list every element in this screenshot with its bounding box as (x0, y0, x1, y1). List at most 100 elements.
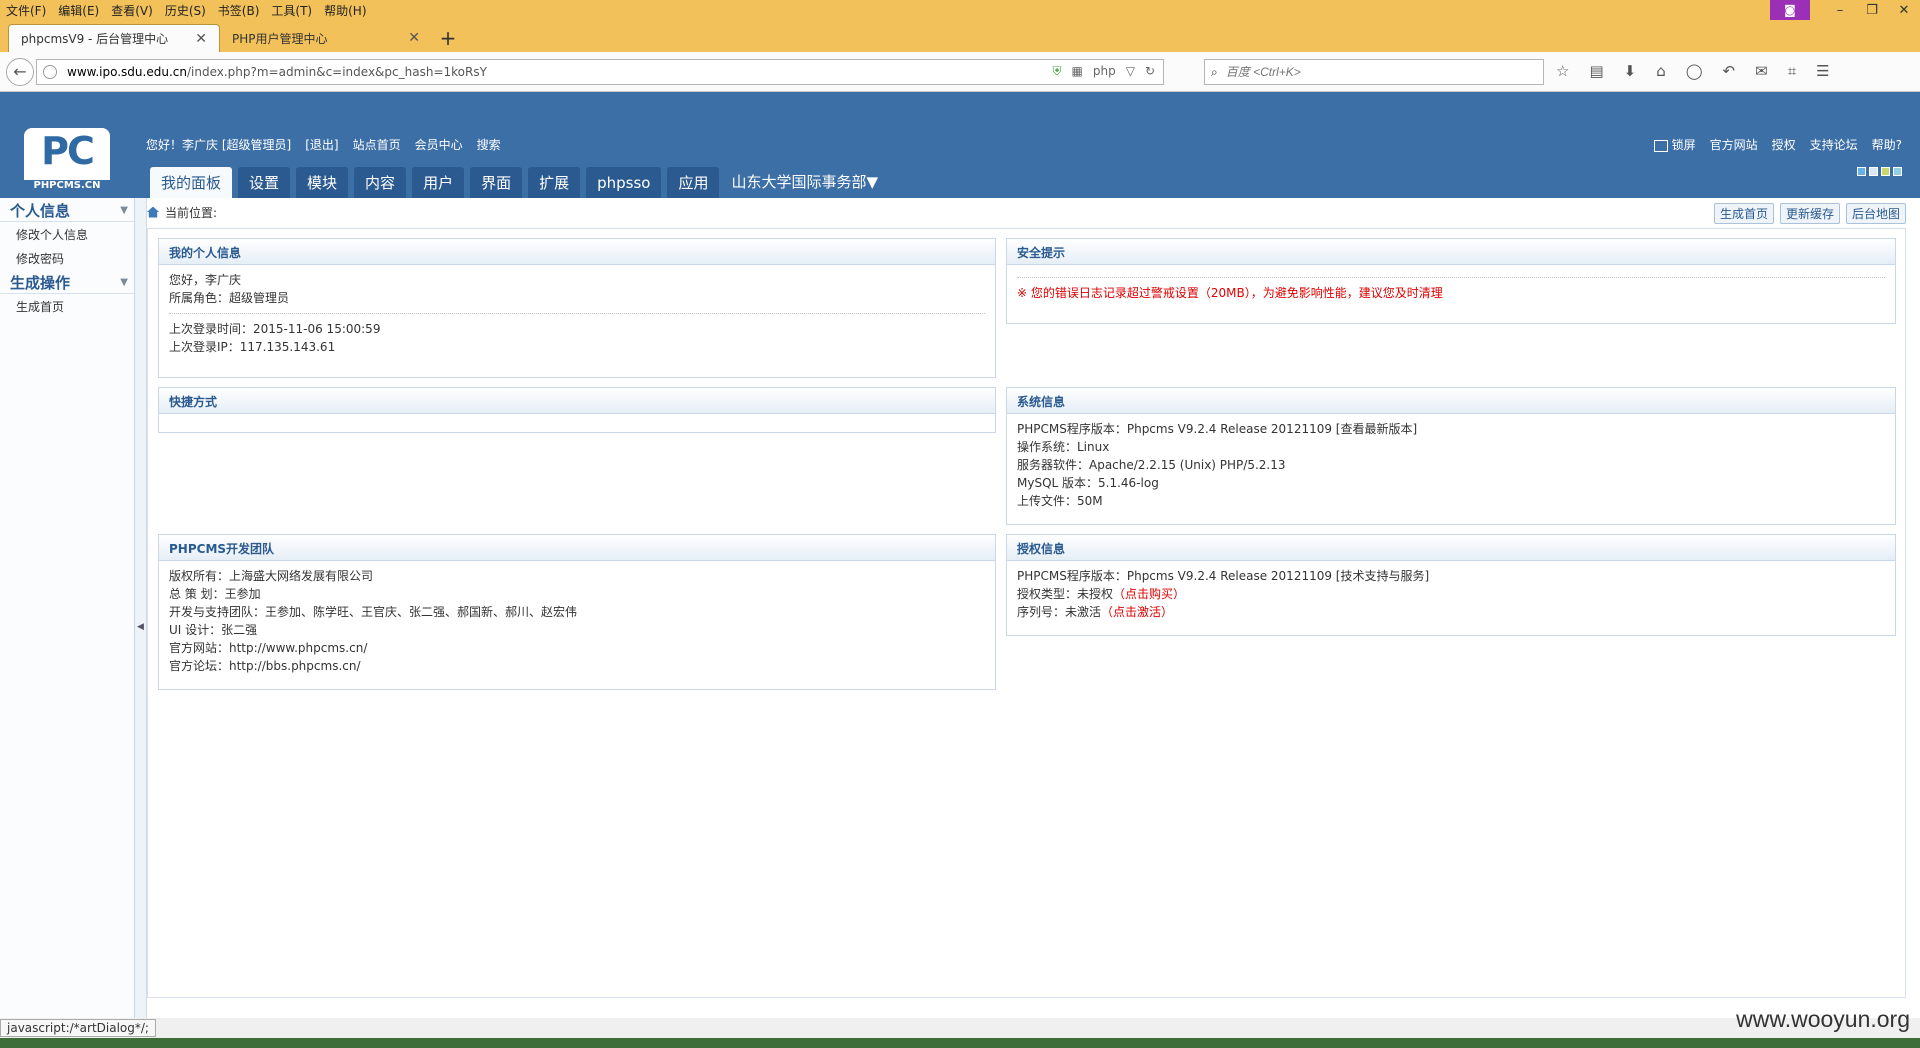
lock-icon (1653, 139, 1668, 152)
member-center-link[interactable]: 会员中心 (415, 136, 463, 153)
bookmark-star-icon[interactable]: ☆ (1556, 62, 1569, 80)
tab-phpsso[interactable]: phpsso (586, 167, 662, 198)
update-cache-button[interactable]: 更新缓存 (1779, 203, 1840, 224)
main-nav-tabs: 我的面板 设置 模块 内容 用户 界面 扩展 phpsso 应用 山东大学国际事… (150, 167, 878, 198)
tab-interface[interactable]: 界面 (470, 167, 523, 198)
help-link[interactable]: 帮助? (1872, 136, 1902, 153)
caret-down-icon: ▼ (866, 173, 879, 191)
generate-home-button[interactable]: 生成首页 (1713, 203, 1774, 224)
buy-link[interactable]: （点击购买） (1113, 587, 1185, 601)
menu-history[interactable]: 历史(S) (159, 2, 212, 19)
browser-navbar: ← www.ipo.sdu.edu.cn/index.php?m=admin&c… (0, 52, 1920, 92)
site-select-label: 山东大学国际事务部 (731, 173, 867, 191)
collapse-arrow-icon[interactable]: ▼ (120, 198, 128, 224)
menu-help[interactable]: 帮助(H) (318, 2, 372, 19)
divider (169, 313, 985, 314)
logout-link[interactable]: [退出] (305, 136, 338, 153)
sidebar-toggle-bar[interactable]: ◀ (135, 198, 147, 1030)
tab-extensions[interactable]: 扩展 (528, 167, 581, 198)
team-planner: 总 策 划：王参加 (169, 587, 261, 601)
system-server: 服务器软件：Apache/2.2.15 (Unix) PHP/5.2.13 (1017, 458, 1286, 472)
personal-hello: 您好，李广庆 (169, 273, 242, 287)
collapse-arrow-icon[interactable]: ▼ (120, 270, 128, 296)
menu-tools[interactable]: 工具(T) (265, 2, 318, 19)
system-version: PHPCMS程序版本：Phpcms V9.2.4 Release 2012110… (1017, 422, 1418, 436)
menu-edit[interactable]: 编辑(E) (52, 2, 105, 19)
menu-bookmarks[interactable]: 书签(B) (212, 2, 266, 19)
user-bar: 您好！李广庆 [超级管理员] [退出] 站点首页 会员中心 搜索 (146, 136, 511, 153)
tab-users[interactable]: 用户 (412, 167, 465, 198)
minimize-button[interactable]: – (1824, 3, 1856, 18)
collapse-left-icon[interactable]: ◀ (137, 622, 144, 632)
search-icon: ⌕ (1211, 64, 1218, 79)
official-site-link[interactable]: 官方网站 (1710, 136, 1758, 153)
tab-settings[interactable]: 设置 (238, 167, 291, 198)
chat-icon[interactable]: ◯ (1686, 62, 1703, 80)
sidebar-group-generate[interactable]: 生成操作 ▼ (0, 270, 134, 294)
panel-title: 授权信息 (1007, 535, 1895, 561)
logo-subtext: PHPCMS.CN (22, 180, 112, 191)
skin-option[interactable] (1857, 167, 1866, 176)
undo-icon[interactable]: ↶ (1723, 62, 1736, 80)
menu-view[interactable]: 查看(V) (105, 2, 159, 19)
user-greeting: 您好！李广庆 [超级管理员] (146, 138, 292, 152)
support-forum-link[interactable]: 支持论坛 (1810, 136, 1858, 153)
search-bar[interactable]: ⌕ (1204, 59, 1544, 85)
team-copyright: 版权所有：上海盛大网络发展有限公司 (169, 569, 374, 583)
last-login-ip: 上次登录IP：117.135.143.61 (169, 340, 336, 354)
lock-screen-link[interactable]: 锁屏 (1653, 136, 1696, 153)
phpcms-logo: PC PHPCMS.CN (22, 128, 112, 191)
status-link-text: javascript:/*artDialog*/; (0, 1019, 156, 1037)
backend-map-button[interactable]: 后台地图 (1845, 203, 1906, 224)
reading-list-icon[interactable]: ▤ (1589, 62, 1603, 80)
activate-link[interactable]: （点击激活） (1101, 605, 1173, 619)
site-home-link[interactable]: 站点首页 (353, 136, 401, 153)
site-select-dropdown[interactable]: 山东大学国际事务部▼ (725, 166, 878, 198)
close-window-button[interactable]: ✕ (1888, 3, 1920, 18)
tab-content[interactable]: 内容 (354, 167, 407, 198)
team-ui-design: UI 设计：张二强 (169, 623, 258, 637)
browser-tab-label: PHP用户管理中心 (232, 31, 328, 46)
panel-title: 安全提示 (1007, 239, 1895, 265)
close-tab-icon[interactable]: ✕ (195, 31, 207, 47)
sidebar-item-generate-home[interactable]: 生成首页 (0, 294, 134, 318)
url-bar[interactable]: www.ipo.sdu.edu.cn/index.php?m=admin&c=i… (36, 59, 1164, 85)
tab-apps[interactable]: 应用 (667, 167, 720, 198)
home-icon[interactable]: ⌂ (1656, 62, 1666, 80)
reload-icon[interactable]: ↻ (1145, 64, 1155, 79)
skin-option[interactable] (1869, 167, 1878, 176)
panel-title: 快捷方式 (159, 388, 995, 414)
skin-option[interactable] (1893, 167, 1902, 176)
team-developers: 开发与支持团队：王参加、陈学旺、王官庆、张二强、郝国新、郝川、赵宏伟 (169, 605, 578, 619)
comment-icon[interactable]: ✉ (1755, 62, 1768, 80)
browser-menubar: 文件(F) 编辑(E) 查看(V) 历史(S) 书签(B) 工具(T) 帮助(H… (0, 0, 1920, 20)
os-taskbar (0, 1038, 1920, 1048)
download-icon[interactable]: ⬇ (1624, 62, 1637, 80)
close-tab-icon[interactable]: ✕ (408, 30, 420, 46)
panel-shortcuts: 快捷方式 (158, 387, 996, 433)
php-badge[interactable]: php (1093, 64, 1116, 79)
shield-icon[interactable]: ⛨ (1053, 64, 1062, 79)
new-tab-button[interactable]: + (432, 24, 464, 52)
back-button[interactable]: ← (6, 57, 34, 86)
panel-security-tips: 安全提示 ※ 您的错误日志记录超过警戒设置（20MB），为避免影响性能，建议您及… (1006, 238, 1896, 324)
crop-icon[interactable]: ⌗ (1788, 62, 1796, 80)
sidebar-item-edit-profile[interactable]: 修改个人信息 (0, 222, 134, 246)
search-link[interactable]: 搜索 (477, 136, 501, 153)
menu-file[interactable]: 文件(F) (0, 2, 52, 19)
sidebar-group-personal[interactable]: 个人信息 ▼ (0, 198, 134, 222)
qr-code-icon[interactable]: ▦ (1072, 64, 1083, 79)
tab-my-panel[interactable]: 我的面板 (150, 167, 233, 198)
error-log-warning: ※ 您的错误日志记录超过警戒设置（20MB），为避免影响性能，建议您及时清理 (1017, 286, 1443, 300)
maximize-button[interactable]: ❐ (1856, 3, 1888, 18)
hamburger-menu-icon[interactable]: ☰ (1816, 62, 1829, 80)
authorize-link[interactable]: 授权 (1772, 136, 1796, 153)
dropdown-arrow-icon[interactable]: ▽ (1126, 64, 1135, 79)
browser-tab-user-center[interactable]: PHP用户管理中心 ✕ (220, 24, 432, 52)
tab-modules[interactable]: 模块 (296, 167, 349, 198)
sidebar-item-change-password[interactable]: 修改密码 (0, 246, 134, 270)
skin-option[interactable] (1881, 167, 1890, 176)
browser-tab-admin[interactable]: phpcmsV9 - 后台管理中心 ✕ (8, 24, 220, 52)
skin-switcher (1857, 167, 1902, 176)
search-input[interactable] (1225, 65, 1526, 79)
